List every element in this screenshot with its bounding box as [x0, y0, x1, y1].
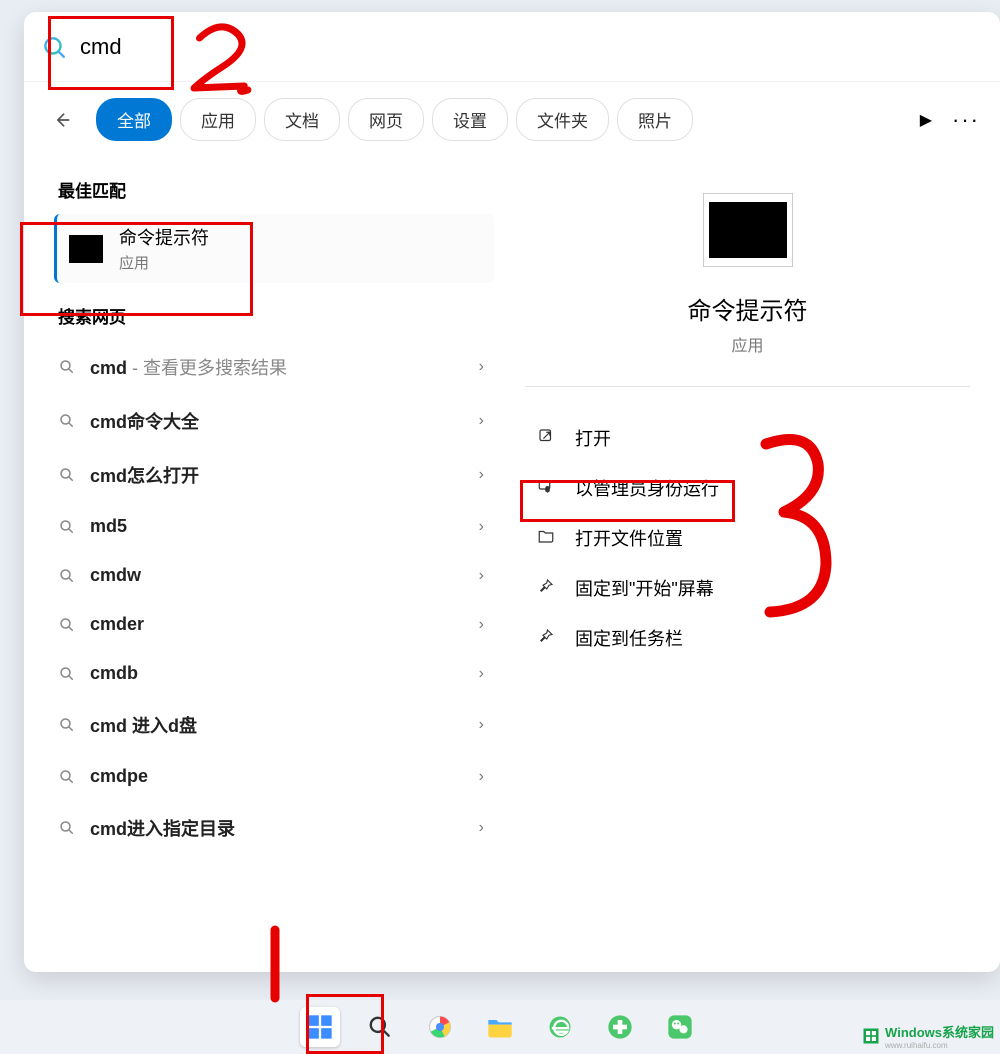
watermark: Windows系统家园 www.ruihaifu.com: [861, 1022, 994, 1050]
chevron-right-icon: ›: [479, 358, 484, 376]
arrow-left-icon: [52, 110, 72, 130]
chevron-right-icon: ›: [479, 768, 484, 786]
open-icon: [535, 427, 557, 450]
preview-subtitle: 应用: [731, 332, 763, 356]
search-icon: [58, 768, 76, 786]
tab-web[interactable]: 网页: [348, 98, 424, 141]
search-icon: [58, 716, 76, 734]
action-label: 以管理员身份运行: [575, 475, 719, 501]
tab-photos[interactable]: 照片: [617, 98, 693, 141]
action-label: 打开: [575, 425, 611, 451]
search-bar: [24, 12, 1000, 82]
search-icon: [58, 518, 76, 536]
action-open-location[interactable]: 打开文件位置: [529, 513, 966, 563]
web-result-2[interactable]: cmd怎么打开 ›: [54, 448, 494, 502]
ie-icon: [546, 1013, 574, 1041]
best-match-title: 命令提示符: [119, 224, 209, 250]
web-result-5[interactable]: cmder ›: [54, 600, 494, 649]
web-result-9[interactable]: cmd进入指定目录 ›: [54, 801, 494, 855]
web-result-8[interactable]: cmdpe ›: [54, 752, 494, 801]
browser-icon: [426, 1013, 454, 1041]
search-icon: [58, 819, 76, 837]
tab-apps[interactable]: 应用: [180, 98, 256, 141]
search-icon: [40, 33, 68, 61]
search-icon: [58, 616, 76, 634]
chevron-right-icon: ›: [479, 716, 484, 734]
search-icon: [58, 665, 76, 683]
web-result-0[interactable]: cmd - 查看更多搜索结果 ›: [54, 340, 494, 394]
pin-icon: [535, 577, 557, 600]
best-match-label: 最佳匹配: [58, 177, 494, 202]
best-match-subtitle: 应用: [119, 252, 209, 273]
taskbar-wechat[interactable]: [660, 1007, 700, 1047]
chevron-right-icon: ›: [479, 665, 484, 683]
taskbar: [0, 1000, 1000, 1054]
start-button[interactable]: [300, 1007, 340, 1047]
tab-docs[interactable]: 文档: [264, 98, 340, 141]
pin-icon: [535, 627, 557, 650]
action-label: 固定到任务栏: [575, 625, 683, 651]
action-pin-start[interactable]: 固定到"开始"屏幕: [529, 563, 966, 613]
folder-icon: [535, 527, 557, 550]
web-search-label: 搜索网页: [58, 303, 494, 328]
web-result-6[interactable]: cmdb ›: [54, 649, 494, 698]
action-label: 固定到"开始"屏幕: [575, 575, 714, 601]
web-result-4[interactable]: cmdw ›: [54, 551, 494, 600]
back-button[interactable]: [44, 102, 80, 138]
cmd-thumb-icon: [69, 235, 103, 263]
search-input[interactable]: [80, 34, 680, 60]
tab-folders[interactable]: 文件夹: [516, 98, 609, 141]
results-column: 最佳匹配 命令提示符 应用 搜索网页 cmd - 查看更多搜索结果 › cmd命…: [24, 153, 494, 963]
taskbar-ie[interactable]: [540, 1007, 580, 1047]
web-result-3[interactable]: md5 ›: [54, 502, 494, 551]
preview-app-icon: [703, 193, 793, 267]
search-icon: [367, 1014, 393, 1040]
tab-settings[interactable]: 设置: [432, 98, 508, 141]
windows-search-panel: 全部 应用 文档 网页 设置 文件夹 照片 ▶ ··· 最佳匹配 命令提示符 应…: [24, 12, 1000, 972]
tab-all[interactable]: 全部: [96, 98, 172, 141]
search-icon: [58, 466, 76, 484]
chevron-right-icon: ›: [479, 466, 484, 484]
action-label: 打开文件位置: [575, 525, 683, 551]
security-icon: [606, 1013, 634, 1041]
filter-tabs: 全部 应用 文档 网页 设置 文件夹 照片 ▶ ···: [24, 82, 1000, 153]
chevron-right-icon: ›: [479, 412, 484, 430]
best-match-result[interactable]: 命令提示符 应用: [54, 214, 494, 283]
play-icon[interactable]: ▶: [920, 110, 932, 130]
search-icon: [58, 358, 76, 376]
taskbar-browser[interactable]: [420, 1007, 460, 1047]
folder-icon: [486, 1013, 514, 1041]
taskbar-360[interactable]: [600, 1007, 640, 1047]
taskbar-search[interactable]: [360, 1007, 400, 1047]
search-icon: [58, 412, 76, 430]
preview-title: 命令提示符: [688, 291, 808, 326]
more-icon[interactable]: ···: [952, 107, 980, 133]
action-open[interactable]: 打开: [529, 413, 966, 463]
chevron-right-icon: ›: [479, 616, 484, 634]
chevron-right-icon: ›: [479, 567, 484, 585]
divider: [525, 386, 970, 387]
watermark-icon: [861, 1026, 881, 1046]
action-run-as-admin[interactable]: 以管理员身份运行: [529, 463, 966, 513]
preview-pane: 命令提示符 应用 打开 以管理员身份运行: [494, 153, 1000, 963]
windows-logo-icon: [306, 1013, 334, 1041]
web-result-1[interactable]: cmd命令大全 ›: [54, 394, 494, 448]
action-pin-taskbar[interactable]: 固定到任务栏: [529, 613, 966, 663]
web-result-7[interactable]: cmd 进入d盘 ›: [54, 698, 494, 752]
wechat-icon: [666, 1013, 694, 1041]
taskbar-explorer[interactable]: [480, 1007, 520, 1047]
chevron-right-icon: ›: [479, 819, 484, 837]
shield-icon: [535, 477, 557, 500]
chevron-right-icon: ›: [479, 518, 484, 536]
search-icon: [58, 567, 76, 585]
